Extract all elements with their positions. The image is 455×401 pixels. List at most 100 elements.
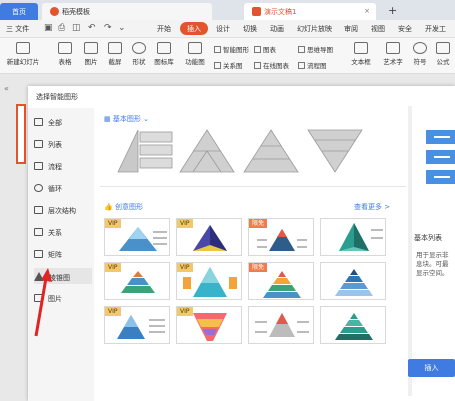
redo-icon[interactable]: ↷ — [104, 23, 112, 33]
category-label: 循环 — [48, 185, 62, 193]
menu-insert[interactable]: 插入 — [180, 22, 208, 35]
basic-pyramid-list[interactable] — [114, 126, 176, 174]
new-tab-button[interactable]: + — [388, 4, 397, 17]
vip-badge: VIP — [105, 307, 121, 316]
mind-map-button[interactable]: 思维导图 — [298, 44, 333, 54]
menu-animation[interactable]: 动画 — [270, 24, 284, 34]
screenshot-button[interactable]: 截屏 — [104, 42, 126, 66]
smart-art-icon — [214, 46, 221, 53]
basic-segmented-pyramid[interactable] — [176, 126, 238, 174]
menu-security[interactable]: 安全 — [398, 24, 412, 34]
menu-start[interactable]: 开始 — [157, 24, 171, 34]
chart-label: 图表 — [263, 46, 276, 54]
preview-title: 基本列表 — [414, 234, 442, 242]
category-flow[interactable]: 流程 — [34, 158, 92, 174]
template-card[interactable] — [248, 306, 314, 344]
title-bar: 首页 稻壳模板 演示文稿1 × + — [0, 0, 455, 20]
category-all[interactable]: 全部 — [34, 114, 92, 130]
preview-icon[interactable]: ◫ — [72, 23, 81, 33]
text-box-label: 文本框 — [351, 58, 371, 66]
shape-button[interactable]: 形状 — [128, 42, 150, 66]
table-icon — [58, 42, 72, 54]
category-label: 矩阵 — [48, 251, 62, 259]
relation-icon — [34, 228, 43, 236]
category-matrix[interactable]: 矩阵 — [34, 246, 92, 262]
category-list[interactable]: 列表 — [34, 136, 92, 152]
basic-section-title[interactable]: ▦ 基本图形 ⌄ — [104, 114, 149, 124]
template-card[interactable]: VIP — [104, 218, 170, 256]
chevron-down-icon: ⌄ — [140, 115, 149, 123]
symbol-button[interactable]: 符号 — [410, 42, 430, 66]
file-menu[interactable]: 三 文件 — [6, 24, 29, 34]
save-icon[interactable]: ▣ — [44, 23, 53, 33]
tab-home[interactable]: 首页 — [0, 3, 38, 20]
menu-slideshow[interactable]: 幻灯片放映 — [297, 24, 332, 34]
template-card[interactable]: 限免 — [248, 218, 314, 256]
collapse-panel-icon[interactable]: « — [4, 84, 9, 93]
category-cycle[interactable]: 循环 — [34, 180, 92, 196]
vip-badge: VIP — [177, 219, 193, 228]
insert-button[interactable]: 插入 — [408, 359, 455, 377]
menu-transition[interactable]: 切换 — [243, 24, 257, 34]
menu-developer[interactable]: 开发工 — [425, 24, 446, 34]
template-card[interactable] — [320, 306, 386, 344]
tab-document[interactable]: 演示文稿1 × — [244, 3, 376, 20]
template-card[interactable]: 限免 — [248, 262, 314, 300]
function-chart-label: 功能图 — [185, 58, 205, 66]
flow-icon — [34, 162, 43, 170]
chevron-down-icon[interactable]: ⌄ — [118, 23, 126, 33]
new-slide-button[interactable]: 新建幻灯片 — [4, 42, 42, 66]
see-more-link[interactable]: 查看更多 > — [354, 202, 390, 212]
symbol-label: 符号 — [413, 58, 427, 66]
template-card[interactable]: VIP — [176, 218, 242, 256]
function-chart-button[interactable]: 功能图 — [180, 42, 210, 66]
formula-label: 公式 — [436, 58, 450, 66]
category-hierarchy[interactable]: 层次结构 — [34, 202, 92, 218]
picture-icon — [84, 42, 98, 54]
template-card[interactable]: VIP — [176, 306, 242, 344]
art-text-button[interactable]: 艺术字 — [378, 42, 408, 66]
flow-chart-button[interactable]: 流程图 — [298, 60, 327, 70]
menu-review[interactable]: 审阅 — [344, 24, 358, 34]
cycle-icon — [34, 184, 43, 192]
relation-chart-button[interactable]: 关系图 — [214, 60, 243, 70]
menu-design[interactable]: 设计 — [216, 24, 230, 34]
template-card[interactable]: VIP — [104, 262, 170, 300]
hierarchy-icon — [34, 206, 43, 214]
screenshot-icon — [108, 42, 122, 54]
tab-close-icon[interactable]: × — [364, 7, 370, 15]
smart-art-button[interactable]: 智能图形 — [214, 44, 249, 54]
template-card[interactable]: VIP — [104, 306, 170, 344]
menu-view[interactable]: 视图 — [371, 24, 385, 34]
presentation-logo-icon — [252, 7, 261, 16]
template-card[interactable] — [320, 218, 386, 256]
shape-label: 形状 — [132, 58, 146, 66]
preview-thumbnail — [426, 130, 455, 184]
template-thumbnail — [335, 269, 373, 296]
basic-inverted-pyramid[interactable] — [304, 126, 366, 174]
picture-button[interactable]: 图片 — [80, 42, 102, 66]
screenshot-label: 截屏 — [108, 58, 122, 66]
formula-button[interactable]: 公式 — [433, 42, 453, 66]
free-badge: 限免 — [249, 263, 268, 272]
template-card[interactable]: VIP — [176, 262, 242, 300]
preview-panel: 基本列表 用于显示非 息块。可最 显示空间。 — [412, 86, 455, 401]
icon-library-button[interactable]: 图标库 — [152, 42, 176, 66]
basic-stacked-pyramid[interactable] — [240, 126, 302, 174]
chart-button[interactable]: 图表 — [254, 44, 276, 54]
undo-icon[interactable]: ↶ — [88, 23, 96, 33]
relation-chart-icon — [214, 62, 221, 69]
creative-section-label: 创意图形 — [114, 203, 143, 211]
tab-template[interactable]: 稻壳模板 — [42, 3, 212, 20]
category-relation[interactable]: 关系 — [34, 224, 92, 240]
annotation-arrow-icon — [34, 268, 52, 337]
text-box-button[interactable]: 文本框 — [348, 42, 374, 66]
preview-description: 用于显示非 息块。可最 显示空间。 — [416, 251, 454, 278]
slide-thumbnail[interactable] — [16, 104, 26, 164]
picture-label: 图片 — [84, 58, 98, 66]
template-card[interactable] — [320, 262, 386, 300]
online-chart-button[interactable]: 在线图表 — [254, 60, 289, 70]
grid-icon — [34, 118, 43, 126]
table-button[interactable]: 表格 — [54, 42, 76, 66]
print-icon[interactable]: ⎙ — [58, 23, 65, 33]
